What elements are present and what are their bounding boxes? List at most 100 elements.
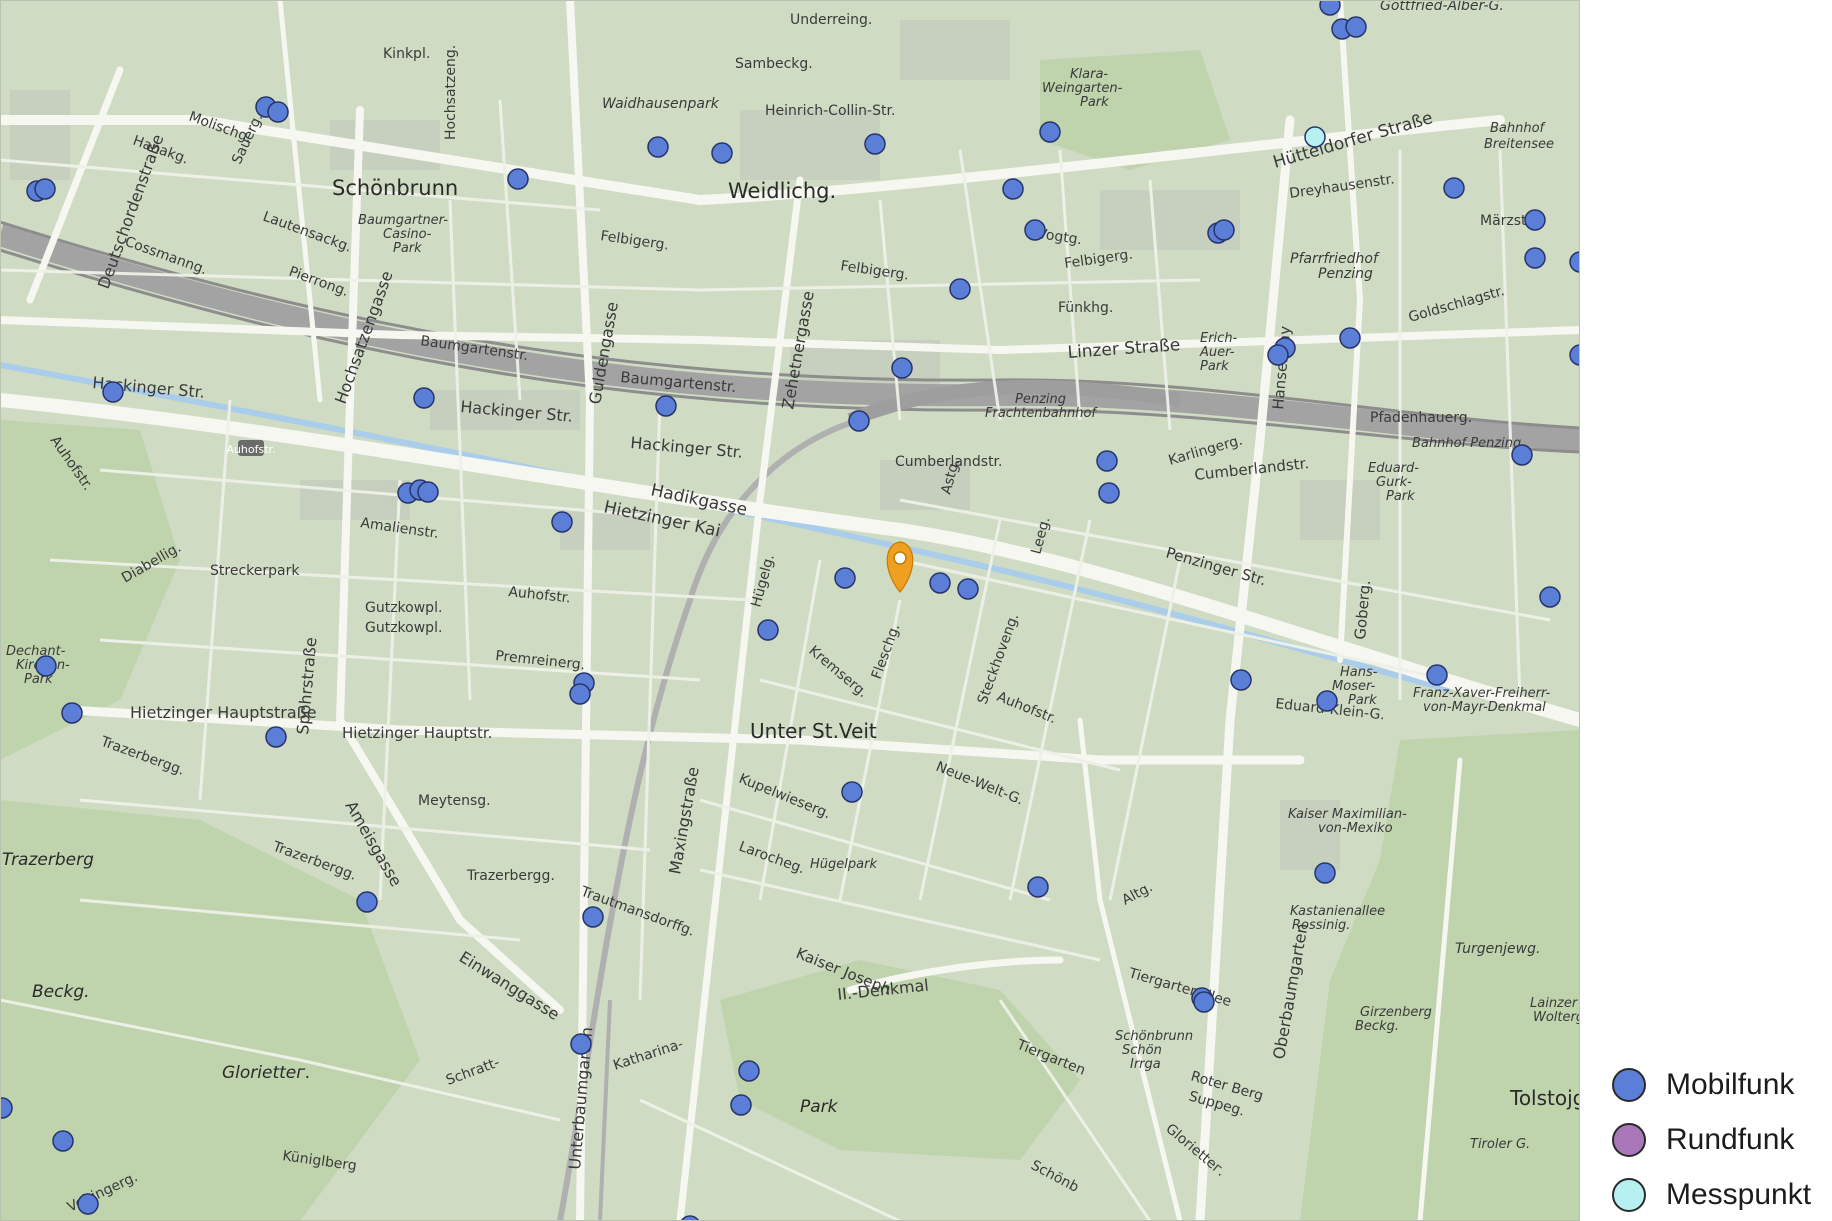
mobilfunk-site-marker[interactable] <box>929 572 951 594</box>
park-label: Park <box>393 241 422 256</box>
park-label: Casino- <box>383 227 432 242</box>
district-label-unterbaumgarten: Weidlichg. <box>728 179 836 203</box>
messpunkt-marker[interactable] <box>1304 126 1326 148</box>
street-label: Hietzinger Hauptstraße <box>130 703 317 722</box>
park-label: Park <box>1200 359 1229 374</box>
park-label: Auer- <box>1199 345 1235 360</box>
mobilfunk-site-marker[interactable] <box>1339 327 1361 349</box>
map-canvas[interactable]: Auhofstr. Gottfried-Alber-G. Underreing.… <box>0 0 1580 1221</box>
mobilfunk-site-marker[interactable] <box>891 357 913 379</box>
legend-item-mobilfunk[interactable]: Mobilfunk <box>1612 1060 1794 1110</box>
b1-road-shield: Auhofstr. <box>226 440 276 456</box>
street-label: Turgenjewg. <box>1455 941 1540 957</box>
mobilfunk-site-marker[interactable] <box>1443 177 1465 199</box>
mobilfunk-site-marker[interactable] <box>417 481 439 503</box>
mobilfunk-site-marker[interactable] <box>711 142 733 164</box>
mobilfunk-site-marker[interactable] <box>1096 450 1118 472</box>
monument-label: Kaiser Maximilian- <box>1288 807 1407 822</box>
mobilfunk-site-marker[interactable] <box>102 381 124 403</box>
legend-label: Mobilfunk <box>1666 1068 1795 1101</box>
maze-label: Lainzer Straße <box>1530 996 1580 1011</box>
area-label: Trazerberg <box>2 850 94 870</box>
area-label: Gloriettег. <box>222 1063 311 1083</box>
street-label: Gutzkowpl. <box>365 600 442 616</box>
messpunkt-dot-icon <box>1612 1178 1646 1212</box>
mobilfunk-site-marker[interactable] <box>52 1130 74 1152</box>
mobilfunk-site-marker[interactable] <box>1524 209 1546 231</box>
legend-item-messpunkt[interactable]: Messpunkt <box>1612 1170 1811 1220</box>
district-label-oberbaumgarten: Schönbrunn <box>332 176 458 200</box>
mobilfunk-site-marker[interactable] <box>413 387 435 409</box>
street-label: Meytensg. <box>418 793 491 809</box>
legend-label: Messpunkt <box>1666 1178 1812 1211</box>
mobilfunk-site-marker[interactable] <box>1539 586 1561 608</box>
mobilfunk-site-marker[interactable] <box>949 278 971 300</box>
area-label: Tolstojg. <box>1509 1086 1580 1110</box>
legend-label: Rundfunk <box>1666 1123 1795 1156</box>
mobilfunk-dot-icon <box>1612 1068 1646 1102</box>
cemetery-label: Pfarrfriedhof <box>1290 251 1380 267</box>
mobilfunk-site-marker[interactable] <box>647 136 669 158</box>
mobilfunk-site-marker[interactable] <box>1098 482 1120 504</box>
mobilfunk-site-marker[interactable] <box>1316 690 1338 712</box>
mobilfunk-site-marker[interactable] <box>551 511 573 533</box>
mobilfunk-site-marker[interactable] <box>1314 862 1336 884</box>
mobilfunk-site-marker[interactable] <box>1319 0 1341 16</box>
mobilfunk-site-marker[interactable] <box>1024 219 1046 241</box>
park-label: Gurk- <box>1376 475 1412 490</box>
mobilfunk-site-marker[interactable] <box>834 567 856 589</box>
mobilfunk-site-marker[interactable] <box>77 1193 99 1215</box>
mobilfunk-site-marker[interactable] <box>1511 444 1533 466</box>
mobilfunk-site-marker[interactable] <box>267 101 289 123</box>
mobilfunk-site-marker[interactable] <box>61 702 83 724</box>
mobilfunk-site-marker[interactable] <box>35 655 57 677</box>
monument-label: Franz-Xaver-Freiherr- <box>1413 686 1551 701</box>
area-label: Tiroler G. <box>1470 1137 1530 1152</box>
park-label: Schönbrunn <box>1115 1029 1193 1044</box>
park-label: Park <box>1080 95 1109 110</box>
park-label: Park <box>1386 489 1415 504</box>
station-label: Penzing <box>1015 392 1066 407</box>
cemetery-label: Penzing <box>1318 266 1373 282</box>
street-label: Hochsatzeng. <box>443 45 459 140</box>
mobilfunk-site-marker[interactable] <box>265 726 287 748</box>
legend-item-rundfunk[interactable]: Rundfunk <box>1612 1115 1794 1165</box>
station-label: Bahnhof <box>1490 121 1547 136</box>
mobilfunk-site-marker[interactable] <box>582 906 604 928</box>
mobilfunk-site-marker[interactable] <box>507 168 529 190</box>
monument-label: von-Mayr-Denkmal <box>1423 700 1546 715</box>
mobilfunk-site-marker[interactable] <box>848 410 870 432</box>
mobilfunk-site-marker[interactable] <box>738 1060 760 1082</box>
monument-label: von-Mexiko <box>1318 821 1393 836</box>
park-label: Hügelpark <box>810 857 877 872</box>
mobilfunk-site-marker[interactable] <box>1426 664 1448 686</box>
mobilfunk-site-marker[interactable] <box>1524 247 1546 269</box>
mobilfunk-site-marker[interactable] <box>569 683 591 705</box>
park-label: Weingarten- <box>1042 81 1123 96</box>
mobilfunk-site-marker[interactable] <box>570 1033 592 1055</box>
mobilfunk-site-marker[interactable] <box>1193 991 1215 1013</box>
station-label: Bahnhof Penzing <box>1412 436 1521 451</box>
mobilfunk-site-marker[interactable] <box>757 619 779 641</box>
mobilfunk-site-marker[interactable] <box>957 578 979 600</box>
street-label: Fünkhg. <box>1058 300 1113 316</box>
mobilfunk-site-marker[interactable] <box>1027 876 1049 898</box>
mobilfunk-site-marker[interactable] <box>864 133 886 155</box>
mobilfunk-site-marker[interactable] <box>841 781 863 803</box>
street-label: Hietzinger Hauptstr. <box>342 724 492 742</box>
mobilfunk-site-marker[interactable] <box>356 891 378 913</box>
map-layer[interactable]: Auhofstr. Gottfried-Alber-G. Underreing.… <box>0 0 1580 1221</box>
maze-label: Wolterg. <box>1533 1010 1580 1025</box>
mobilfunk-site-marker[interactable] <box>1039 121 1061 143</box>
mobilfunk-site-marker[interactable] <box>34 178 56 200</box>
mobilfunk-site-marker[interactable] <box>1230 669 1252 691</box>
zoo-label: Girzenberg <box>1360 1005 1432 1020</box>
mobilfunk-site-marker[interactable] <box>730 1094 752 1116</box>
mobilfunk-site-marker[interactable] <box>1267 344 1289 366</box>
mobilfunk-site-marker[interactable] <box>1213 219 1235 241</box>
mobilfunk-site-marker[interactable] <box>1345 16 1367 38</box>
mobilfunk-site-marker[interactable] <box>655 395 677 417</box>
street-label: Kinkpl. <box>383 46 430 62</box>
area-label: Park <box>800 1097 839 1117</box>
mobilfunk-site-marker[interactable] <box>1002 178 1024 200</box>
